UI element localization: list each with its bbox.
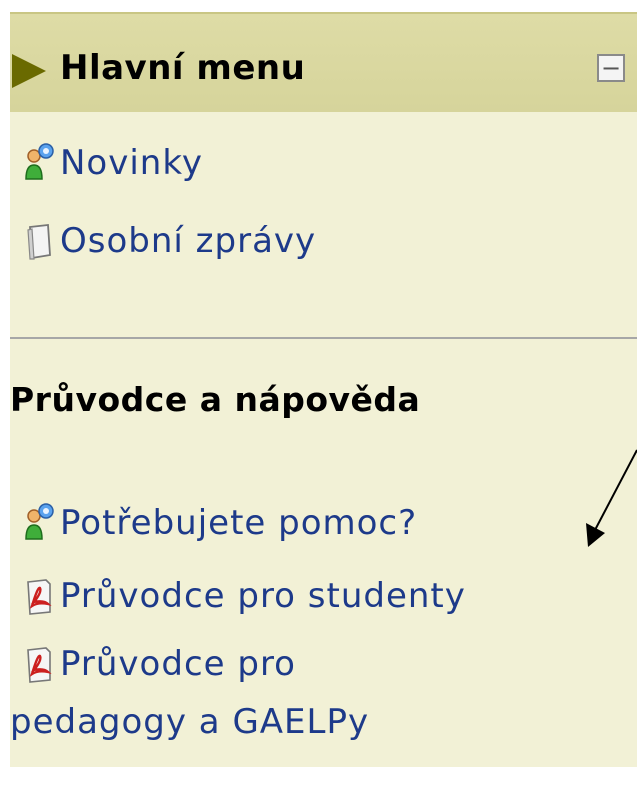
annotation-arrow — [586, 449, 637, 547]
